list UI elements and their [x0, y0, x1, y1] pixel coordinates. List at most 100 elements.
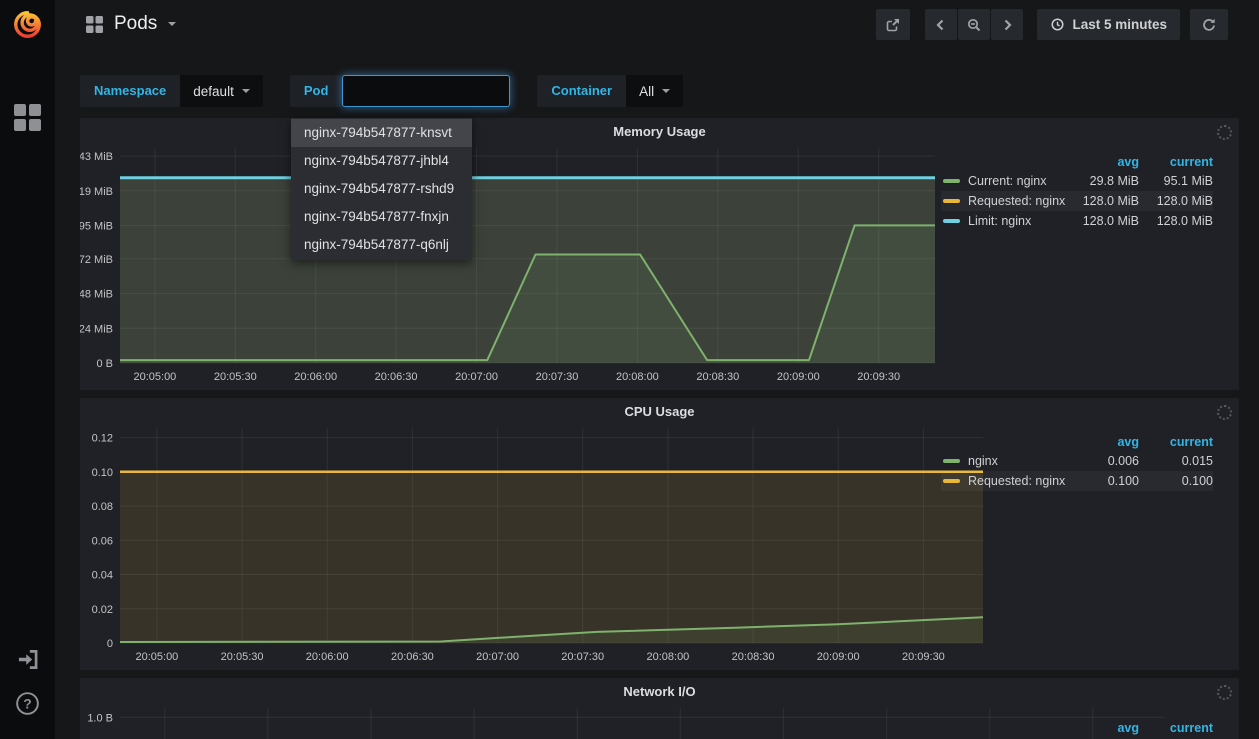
network-legend: avg current nginx-794b547877-knsvt 0 B 0…: [941, 718, 1213, 739]
legend-current-header[interactable]: current: [1139, 155, 1213, 169]
namespace-filter: Namespace default: [80, 75, 263, 107]
refresh-button[interactable]: [1190, 9, 1228, 40]
chevron-down-icon: [662, 89, 671, 93]
zoom-out-icon: [968, 18, 981, 31]
legend-avg-header[interactable]: avg: [1069, 721, 1139, 735]
cpu-usage-panel: CPU Usage 20:05:00 20:05:30 20:06:00 20:06:…: [80, 398, 1239, 670]
svg-text:0.08: 0.08: [92, 501, 113, 513]
grafana-dashboard: ? Pods Last 5 minutes Namespace default …: [0, 0, 1259, 739]
time-forward-button[interactable]: [991, 9, 1024, 40]
time-back-button[interactable]: [925, 9, 958, 40]
legend-current-header[interactable]: current: [1139, 435, 1213, 449]
memory-usage-panel: Memory Usage 20:05:00 20:05:30 20:06:00 20:…: [73, 118, 1239, 390]
panel-title[interactable]: Memory Usage: [80, 124, 1239, 139]
namespace-label: Namespace: [80, 75, 181, 107]
svg-text:0.06: 0.06: [92, 535, 113, 547]
svg-text:0: 0: [107, 638, 113, 650]
legend-row[interactable]: Requested: nginx 0.100 0.100: [941, 471, 1213, 491]
svg-text:20:07:00: 20:07:00: [455, 371, 498, 383]
svg-text:0.10: 0.10: [92, 467, 113, 479]
svg-text:20:09:30: 20:09:30: [902, 651, 945, 663]
cpu-usage-chart[interactable]: 20:05:00 20:05:30 20:06:00 20:06:30 20:07:00…: [80, 398, 1023, 674]
time-range-label: Last 5 minutes: [1072, 17, 1167, 32]
svg-text:20:08:30: 20:08:30: [732, 651, 775, 663]
dashboard-title-dropdown[interactable]: Pods: [86, 13, 177, 35]
clock-icon: [1051, 18, 1064, 31]
legend-avg-header[interactable]: avg: [1069, 155, 1139, 169]
series-swatch: [943, 479, 960, 483]
svg-text:20:05:00: 20:05:00: [133, 371, 176, 383]
pod-label: Pod: [289, 75, 343, 107]
svg-text:20:09:00: 20:09:00: [777, 371, 820, 383]
pod-option[interactable]: nginx-794b547877-knsvt: [291, 119, 472, 147]
svg-text:20:07:30: 20:07:30: [536, 371, 579, 383]
legend-current-header[interactable]: current: [1139, 721, 1213, 735]
panel-title[interactable]: Network I/O: [80, 684, 1239, 699]
time-range-picker[interactable]: Last 5 minutes: [1037, 9, 1180, 40]
legend-header: avg current: [941, 432, 1213, 451]
svg-text:119 MiB: 119 MiB: [80, 186, 113, 198]
page-title: Pods: [114, 13, 158, 34]
svg-text:20:08:30: 20:08:30: [696, 371, 739, 383]
container-label: Container: [537, 75, 627, 107]
svg-text:0.12: 0.12: [92, 433, 113, 445]
help-icon[interactable]: ?: [15, 691, 40, 721]
svg-text:72 MiB: 72 MiB: [80, 254, 113, 266]
share-button[interactable]: [876, 9, 911, 40]
legend-row[interactable]: Limit: nginx 128.0 MiB 128.0 MiB: [941, 211, 1213, 231]
svg-text:0.04: 0.04: [92, 570, 113, 582]
pod-dropdown-menu: nginx-794b547877-knsvt nginx-794b547877-…: [291, 118, 472, 260]
svg-text:48 MiB: 48 MiB: [80, 289, 113, 301]
legend-row[interactable]: Requested: nginx 128.0 MiB 128.0 MiB: [941, 191, 1213, 211]
legend-avg-header[interactable]: avg: [1069, 435, 1139, 449]
network-io-panel: Network I/O 20:05:0020:05:3020:06:0020:0…: [80, 678, 1239, 739]
memory-usage-chart[interactable]: 20:05:00 20:05:30 20:06:00 20:06:30 20:07:00…: [73, 118, 975, 394]
sidebar: ?: [0, 0, 55, 739]
chevron-right-icon: [1005, 19, 1013, 30]
dashboard-grid-icon: [86, 15, 103, 33]
svg-text:20:06:00: 20:06:00: [294, 371, 337, 383]
share-icon: [887, 18, 900, 31]
pod-option[interactable]: nginx-794b547877-jhbl4: [291, 147, 472, 175]
series-swatch: [943, 199, 960, 203]
svg-text:20:07:30: 20:07:30: [561, 651, 604, 663]
svg-text:20:08:00: 20:08:00: [646, 651, 689, 663]
series-swatch: [943, 219, 960, 223]
svg-text:?: ?: [23, 696, 31, 711]
zoom-out-button[interactable]: [958, 9, 991, 40]
namespace-select[interactable]: default: [180, 75, 263, 107]
chevron-down-icon: [168, 22, 177, 26]
svg-text:24 MiB: 24 MiB: [80, 323, 113, 335]
grafana-logo-icon[interactable]: [11, 8, 44, 41]
pod-option[interactable]: nginx-794b547877-q6nlj: [291, 231, 472, 259]
series-swatch: [943, 179, 960, 183]
legend-row[interactable]: Current: nginx 29.8 MiB 95.1 MiB: [941, 171, 1213, 191]
pod-option[interactable]: nginx-794b547877-rshd9: [291, 175, 472, 203]
pod-filter: Pod: [289, 75, 511, 107]
svg-text:20:09:30: 20:09:30: [857, 371, 900, 383]
legend-row[interactable]: nginx 0.006 0.015: [941, 451, 1213, 471]
svg-text:20:08:00: 20:08:00: [616, 371, 659, 383]
legend-header: avg current: [941, 152, 1213, 171]
svg-text:20:05:30: 20:05:30: [214, 371, 257, 383]
svg-text:20:09:00: 20:09:00: [817, 651, 860, 663]
pod-input[interactable]: [342, 75, 511, 107]
template-variables-row: Namespace default Pod Container All: [80, 75, 710, 107]
svg-text:0.02: 0.02: [92, 604, 113, 616]
svg-text:20:06:00: 20:06:00: [306, 651, 349, 663]
container-select[interactable]: All: [626, 75, 684, 107]
series-swatch: [943, 459, 960, 463]
panel-title[interactable]: CPU Usage: [80, 404, 1239, 419]
top-navbar: Pods Last 5 minutes: [55, 0, 1259, 50]
sign-in-icon[interactable]: [15, 647, 40, 677]
container-filter: Container All: [537, 75, 684, 107]
pod-option[interactable]: nginx-794b547877-fnxjn: [291, 203, 472, 231]
svg-text:20:05:30: 20:05:30: [221, 651, 264, 663]
svg-text:20:07:00: 20:07:00: [476, 651, 519, 663]
svg-text:20:06:30: 20:06:30: [391, 651, 434, 663]
legend-header: avg current: [941, 718, 1213, 737]
navbar-actions: Last 5 minutes: [876, 9, 1228, 40]
dashboards-grid-icon[interactable]: [14, 104, 41, 136]
chevron-down-icon: [241, 89, 250, 93]
svg-text:1.0 B: 1.0 B: [87, 712, 113, 724]
